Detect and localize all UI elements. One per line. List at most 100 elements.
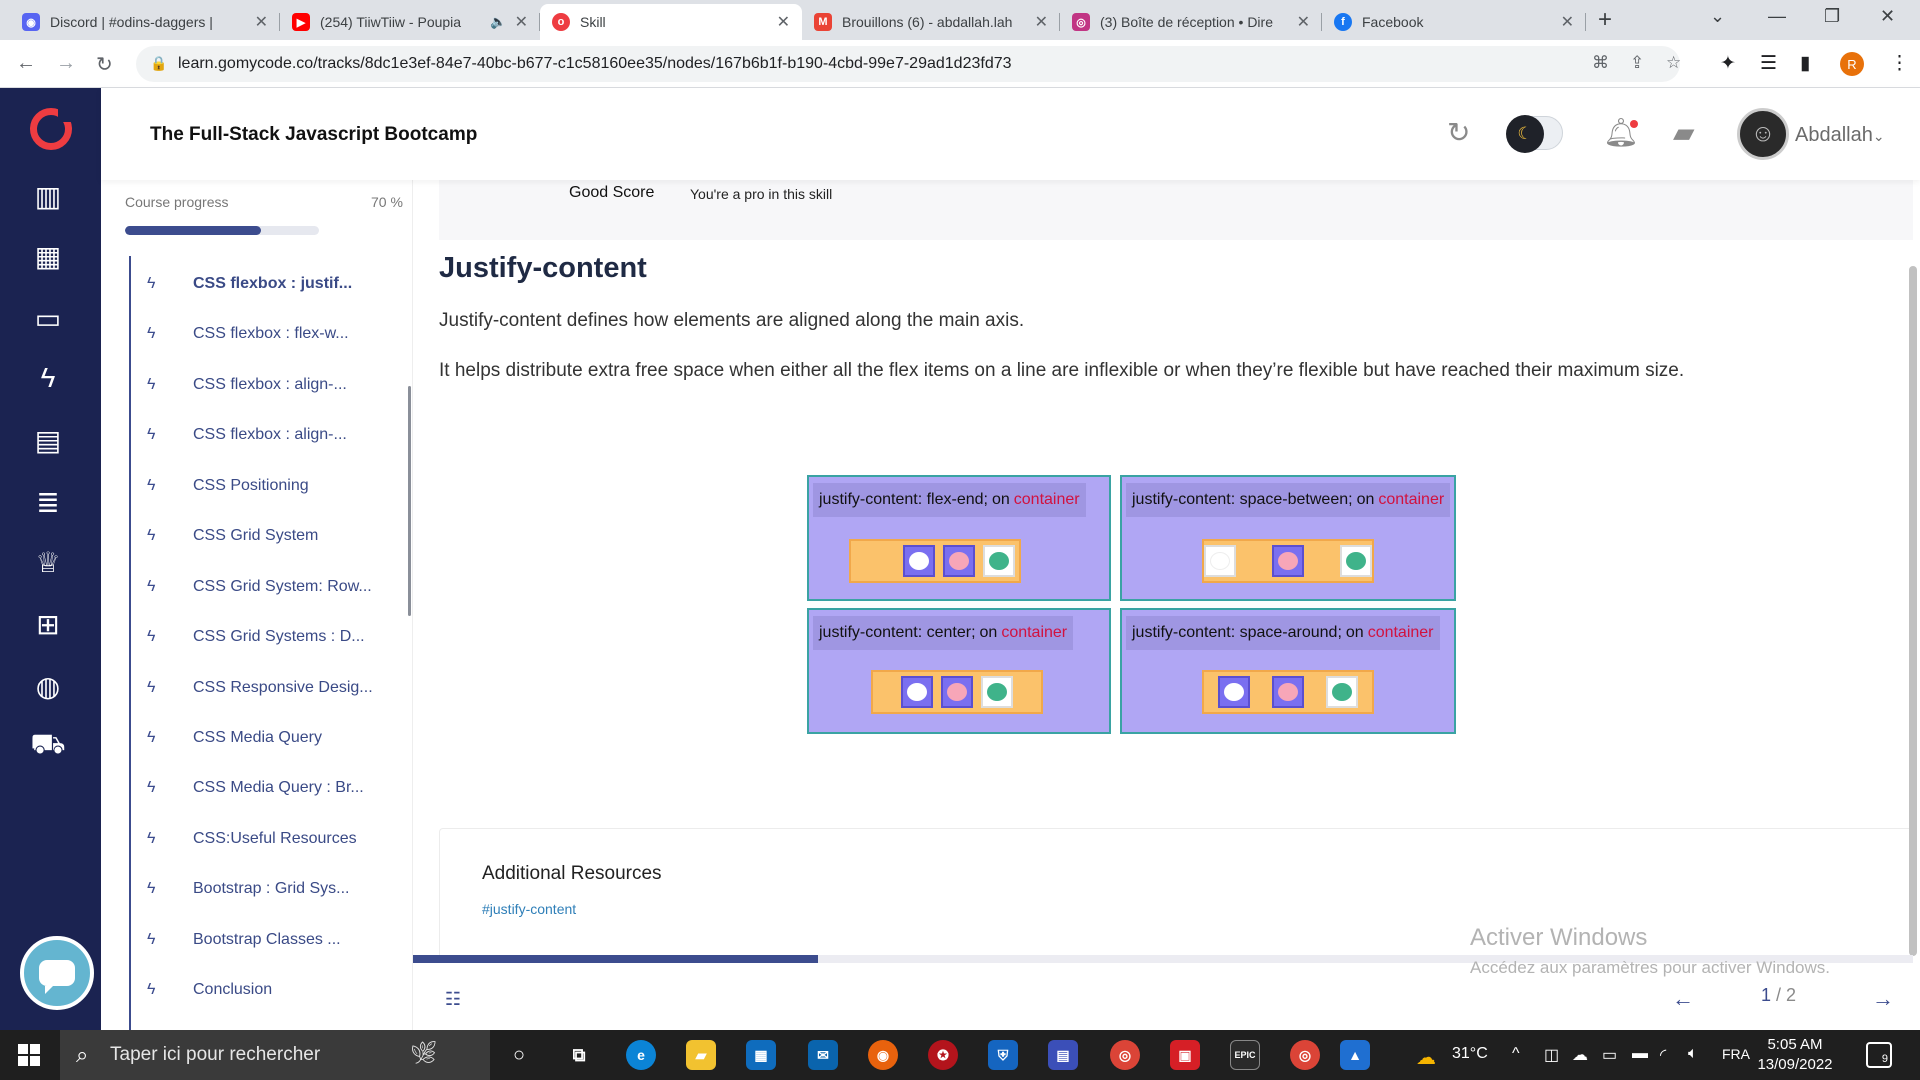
security-shield-icon[interactable]: ⛨ — [988, 1040, 1018, 1070]
reading-list-icon[interactable]: ☰ — [1760, 52, 1777, 75]
tab-search-icon[interactable]: ⌄ — [1710, 6, 1725, 27]
lesson-item[interactable]: ϟ CSS Responsive Desig... — [137, 668, 373, 708]
lesson-item[interactable]: ϟ Conclusion — [137, 970, 272, 1010]
notification-center-icon[interactable]: 9 — [1866, 1042, 1892, 1068]
profile-avatar[interactable]: R — [1840, 52, 1864, 76]
address-bar[interactable]: 🔒 learn.gomycode.co/tracks/8dc1e3ef-84e7… — [136, 46, 1681, 82]
cart-icon[interactable]: ⛟ — [30, 728, 66, 764]
lesson-item[interactable]: ϟ CSS Grid System — [137, 516, 318, 556]
messages-icon[interactable]: ▤ — [30, 422, 66, 458]
laptop-icon[interactable]: ▭ — [30, 300, 66, 336]
browser-tab-youtube[interactable]: ▶ (254) TiiwTiiw - Poupia 🔈 ✕ — [280, 4, 540, 40]
refresh-icon[interactable]: ↻ — [1447, 116, 1470, 149]
taskbar-clock[interactable]: 5:05 AM 13/09/2022 — [1750, 1035, 1840, 1075]
user-avatar[interactable]: ☺ — [1737, 108, 1789, 160]
reload-icon[interactable]: ↻ — [96, 52, 113, 77]
extensions-icon[interactable]: ✦ — [1720, 52, 1736, 75]
wifi-icon[interactable]: ◜ — [1660, 1045, 1666, 1065]
chrome-profile-icon[interactable]: ◎ — [1290, 1040, 1320, 1070]
lesson-item[interactable]: ϟ Bootstrap : Grid Sys... — [137, 869, 350, 909]
close-tab-icon[interactable]: ✕ — [1297, 12, 1310, 32]
cortana-icon[interactable]: ○ — [504, 1040, 534, 1070]
weather-temperature[interactable]: 31°C — [1452, 1045, 1488, 1063]
close-tab-icon[interactable]: ✕ — [1561, 12, 1574, 32]
browser-tab-discord[interactable]: ◉ Discord | #odins-daggers | ✕ — [10, 4, 280, 40]
chat-icon[interactable]: ▰ — [1673, 116, 1695, 149]
lesson-item[interactable]: ϟ CSS Positioning — [137, 466, 309, 506]
lock-icon[interactable]: 🔒 — [150, 55, 167, 72]
lightning-icon[interactable]: ϟ — [30, 360, 66, 396]
sidebar-scrollbar[interactable] — [408, 386, 411, 616]
close-tab-icon[interactable]: ✕ — [1035, 12, 1048, 32]
lesson-item[interactable]: ϟ CSS Media Query : Br... — [137, 768, 364, 808]
tracks-icon[interactable]: ▥ — [30, 178, 66, 214]
lesson-item[interactable]: ϟ CSS:Useful Resources — [137, 819, 357, 859]
trophy-icon[interactable]: ♕ — [30, 544, 66, 580]
epic-games-icon[interactable]: EPIC — [1230, 1040, 1260, 1070]
browser-tab-gmail[interactable]: M Brouillons (6) - abdallah.lah ✕ — [802, 4, 1060, 40]
store-icon[interactable]: ▦ — [746, 1040, 776, 1070]
lesson-item[interactable]: ϟ CSS flexbox : justif... — [137, 264, 352, 304]
side-panel-icon[interactable]: ▮ — [1800, 52, 1810, 75]
file-explorer-icon[interactable]: ▰ — [686, 1040, 716, 1070]
close-tab-icon[interactable]: ✕ — [255, 12, 268, 32]
meet-icon[interactable]: ◫ — [1544, 1045, 1559, 1065]
translate-icon[interactable]: ⌘ — [1592, 53, 1609, 73]
netflix-icon[interactable]: ▣ — [1170, 1040, 1200, 1070]
lesson-label: CSS Media Query : Br... — [193, 779, 364, 796]
minimize-icon[interactable]: — — [1768, 6, 1786, 27]
support-chat-button[interactable] — [20, 936, 94, 1010]
close-window-icon[interactable]: ✕ — [1880, 6, 1895, 27]
share-icon[interactable]: ⇪ — [1630, 53, 1644, 73]
close-tab-icon[interactable]: ✕ — [777, 12, 790, 32]
task-view-icon[interactable]: ⧉ — [564, 1040, 594, 1070]
browser-tab-facebook[interactable]: f Facebook ✕ — [1322, 4, 1586, 40]
forward-icon[interactable]: → — [56, 52, 76, 75]
windows-start-icon[interactable] — [18, 1044, 40, 1066]
dark-mode-toggle[interactable]: ☾ — [1506, 115, 1563, 153]
lesson-item[interactable]: ϟ CSS flexbox : align-... — [137, 365, 347, 405]
lesson-item[interactable]: ϟ CSS Media Query — [137, 718, 322, 758]
progress-fill — [125, 226, 261, 235]
user-menu[interactable]: Abdallah⌄ — [1795, 124, 1885, 147]
lesson-item[interactable]: ϟ CSS Grid Systems : D... — [137, 617, 365, 657]
chevron-up-icon[interactable]: ^ — [1512, 1045, 1520, 1063]
firefox-icon[interactable]: ◉ — [868, 1040, 898, 1070]
calendar-icon[interactable]: ▦ — [30, 238, 66, 274]
input-language[interactable]: FRA — [1722, 1046, 1750, 1062]
mail-icon[interactable]: ✉ — [808, 1040, 838, 1070]
battery-icon[interactable]: ▬ — [1632, 1045, 1648, 1063]
lesson-item[interactable]: ϟ CSS flexbox : align-... — [137, 415, 347, 455]
chrome-icon[interactable]: ◎ — [1110, 1040, 1140, 1070]
phone-link-icon[interactable]: ▤ — [1048, 1040, 1078, 1070]
browser-tab-skill[interactable]: o Skill ✕ — [540, 4, 802, 40]
hierarchy-icon[interactable]: ⊞ — [30, 606, 66, 642]
maximize-icon[interactable]: ❐ — [1824, 6, 1840, 27]
volume-icon[interactable]: 🔈︎ — [1688, 1045, 1698, 1063]
globe-icon[interactable]: ◍ — [30, 668, 66, 704]
resource-tag-link[interactable]: #justify-content — [482, 901, 576, 917]
previous-arrow-icon[interactable]: ← — [1663, 981, 1703, 1017]
back-icon[interactable]: ← — [16, 52, 36, 75]
lesson-item[interactable]: ϟ Bootstrap Classes ... — [137, 920, 341, 960]
table-of-contents-icon[interactable]: ☷ — [437, 983, 469, 1015]
photos-icon[interactable]: ▲ — [1340, 1040, 1370, 1070]
document-icon[interactable]: ≣ — [30, 484, 66, 520]
more-menu-icon[interactable]: ⋮ — [1890, 52, 1909, 75]
game-launcher-icon[interactable]: ✪ — [928, 1040, 958, 1070]
browser-tab-instagram[interactable]: ◎ (3) Boîte de réception • Dire ✕ — [1060, 4, 1322, 40]
onedrive-icon[interactable]: ☁ — [1572, 1045, 1588, 1065]
page-scrollbar[interactable] — [1909, 266, 1917, 956]
bookmark-star-icon[interactable]: ☆ — [1666, 53, 1681, 73]
lesson-item[interactable]: ϟ CSS Grid System: Row... — [137, 567, 372, 607]
close-tab-icon[interactable]: ✕ — [515, 12, 528, 32]
lesson-item[interactable]: ϟ CSS flexbox : flex-w... — [137, 314, 349, 354]
mute-tab-icon[interactable]: 🔈 — [490, 14, 506, 30]
edge-icon[interactable]: e — [626, 1040, 656, 1070]
weather-icon[interactable]: ☁ — [1416, 1045, 1436, 1070]
gomycode-logo[interactable] — [30, 108, 72, 150]
next-arrow-icon[interactable]: → — [1863, 981, 1903, 1017]
display-icon[interactable]: ▭ — [1602, 1045, 1617, 1065]
new-tab-icon[interactable]: + — [1598, 6, 1612, 34]
taskbar-search[interactable]: ⌕ Taper ici pour rechercher 🌿︎ — [60, 1030, 490, 1080]
